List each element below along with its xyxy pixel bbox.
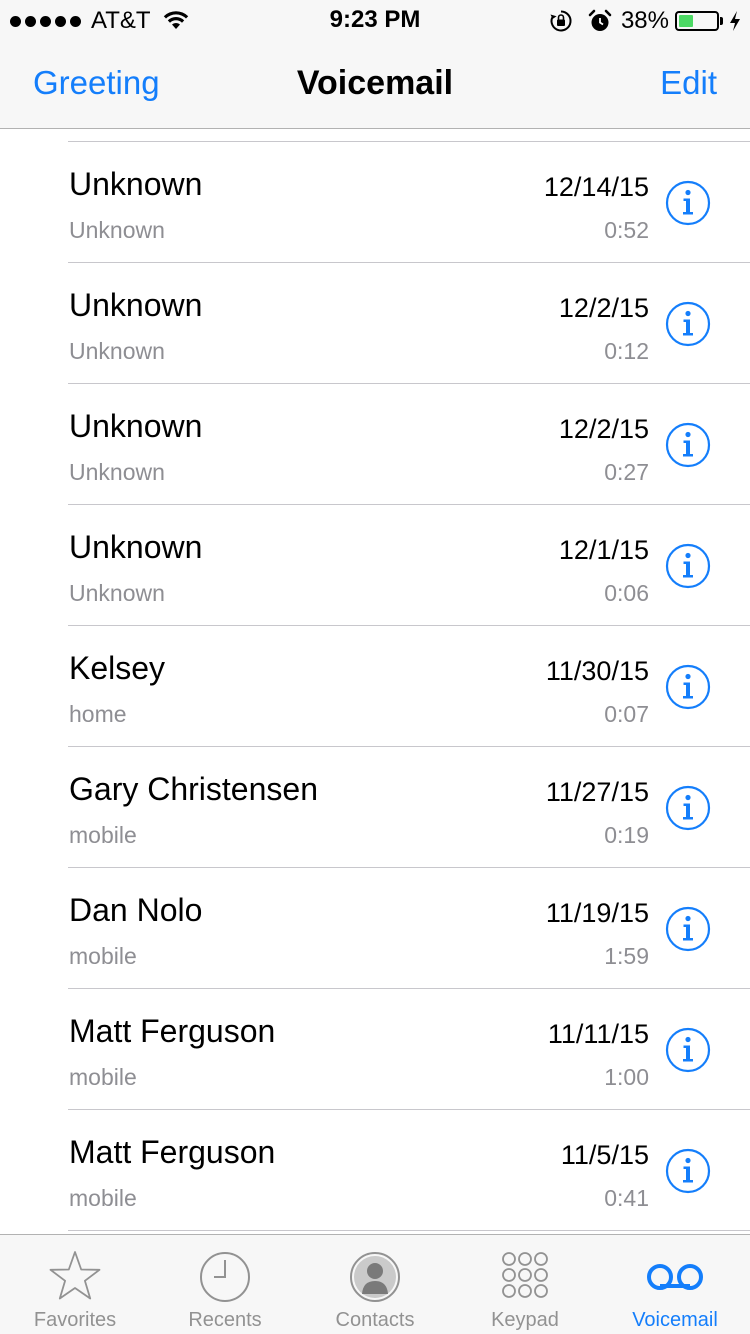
voicemail-duration: 0:12: [604, 338, 649, 364]
voicemail-row[interactable]: Matt Ferguson mobile 11/11/15 1:00: [0, 989, 750, 1110]
voicemail-row[interactable]: Matt Ferguson mobile 11/5/15 0:41: [0, 1110, 750, 1231]
navigation-bar: Greeting Voicemail Edit: [0, 40, 750, 128]
tab-label: Contacts: [335, 1309, 415, 1331]
voicemail-duration: 0:19: [604, 822, 649, 848]
orientation-lock-icon: [550, 10, 572, 32]
info-icon[interactable]: [665, 664, 711, 710]
info-icon[interactable]: [665, 180, 711, 226]
caller-label: home: [69, 701, 127, 727]
contact-icon: [347, 1249, 403, 1305]
voicemail-date: 12/2/15: [558, 414, 649, 444]
row-divider: [68, 1230, 750, 1231]
caller-label: mobile: [69, 1185, 137, 1211]
voicemail-duration: 1:59: [604, 943, 649, 969]
voicemail-date: 11/27/15: [545, 777, 649, 807]
info-icon[interactable]: [665, 422, 711, 468]
voicemail-duration: 0:06: [604, 580, 649, 606]
alarm-icon: [588, 9, 612, 31]
tab-label: Favorites: [33, 1309, 117, 1331]
voicemail-list[interactable]: Unknown Unknown 12/14/15 0:52 Unknown Unknown…: [0, 129, 750, 1234]
voicemail-row[interactable]: Unknown Unknown 12/14/15 0:52: [0, 142, 750, 263]
page-title: Voicemail: [296, 64, 454, 102]
caller-name: Kelsey: [69, 650, 166, 686]
caller-label: mobile: [69, 822, 137, 848]
voicemail-row[interactable]: Unknown Unknown 12/1/15 0:06: [0, 505, 750, 626]
tab-label: Voicemail: [632, 1309, 718, 1331]
battery-icon: [675, 11, 719, 31]
voicemail-row[interactable]: Gary Christensen mobile 11/27/15 0:19: [0, 747, 750, 868]
info-icon[interactable]: [665, 301, 711, 347]
voicemail-duration: 0:07: [604, 701, 649, 727]
top-bars: AT&T 9:23 PM 38% Greeting Voicemail Edit: [0, 0, 750, 129]
voicemail-date: 12/14/15: [543, 172, 649, 202]
voicemail-icon: [643, 1249, 707, 1305]
info-icon[interactable]: [665, 1027, 711, 1073]
info-icon[interactable]: [665, 1148, 711, 1194]
status-bar: AT&T 9:23 PM 38%: [0, 0, 750, 40]
caller-label: Unknown: [69, 338, 165, 364]
voicemail-screen: AT&T 9:23 PM 38% Greeting Voicemail Edit…: [0, 0, 750, 1334]
caller-name: Matt Ferguson: [69, 1013, 276, 1049]
voicemail-date: 11/30/15: [545, 656, 649, 686]
battery-percent: 38%: [620, 7, 669, 34]
caller-name: Unknown: [69, 166, 203, 202]
tab-voicemail[interactable]: Voicemail: [600, 1235, 750, 1334]
voicemail-row[interactable]: Unknown Unknown 12/2/15 0:12: [0, 263, 750, 384]
voicemail-row[interactable]: Dan Nolo mobile 11/19/15 1:59: [0, 868, 750, 989]
tab-favorites[interactable]: Favorites: [0, 1235, 150, 1334]
tab-recents[interactable]: Recents: [150, 1235, 300, 1334]
info-icon[interactable]: [665, 543, 711, 589]
tab-label: Keypad: [491, 1309, 559, 1331]
clock-icon: [197, 1249, 253, 1305]
caller-name: Unknown: [69, 529, 203, 565]
voicemail-duration: 0:52: [604, 217, 649, 243]
voicemail-date: 11/11/15: [547, 1019, 649, 1049]
star-icon: [47, 1249, 103, 1305]
caller-label: mobile: [69, 1064, 137, 1090]
caller-name: Matt Ferguson: [69, 1134, 276, 1170]
info-icon[interactable]: [665, 785, 711, 831]
edit-button[interactable]: Edit: [660, 64, 717, 102]
voicemail-date: 11/19/15: [545, 898, 649, 928]
voicemail-row[interactable]: Kelsey home 11/30/15 0:07: [0, 626, 750, 747]
caller-label: Unknown: [69, 217, 165, 243]
caller-name: Dan Nolo: [69, 892, 203, 928]
info-icon[interactable]: [665, 906, 711, 952]
voicemail-date: 11/5/15: [560, 1140, 649, 1170]
tab-contacts[interactable]: Contacts: [300, 1235, 450, 1334]
caller-label: Unknown: [69, 580, 165, 606]
caller-name: Gary Christensen: [69, 771, 318, 807]
keypad-icon: [497, 1249, 553, 1305]
voicemail-duration: 1:00: [604, 1064, 649, 1090]
battery-tip: [720, 17, 723, 25]
voicemail-duration: 0:41: [604, 1185, 649, 1211]
charging-bolt-icon: [730, 11, 740, 31]
tab-keypad[interactable]: Keypad: [450, 1235, 600, 1334]
battery-fill: [679, 15, 693, 27]
voicemail-duration: 0:27: [604, 459, 649, 485]
caller-label: Unknown: [69, 459, 165, 485]
tab-bar: Favorites Recents Contacts Keypad Voicemail: [0, 1234, 750, 1334]
status-right: 38%: [549, 7, 742, 35]
caller-label: mobile: [69, 943, 137, 969]
caller-name: Unknown: [69, 408, 203, 444]
caller-name: Unknown: [69, 287, 203, 323]
tab-label: Recents: [188, 1309, 262, 1331]
voicemail-row[interactable]: Unknown Unknown 12/2/15 0:27: [0, 384, 750, 505]
voicemail-date: 12/1/15: [558, 535, 649, 565]
voicemail-date: 12/2/15: [558, 293, 649, 323]
